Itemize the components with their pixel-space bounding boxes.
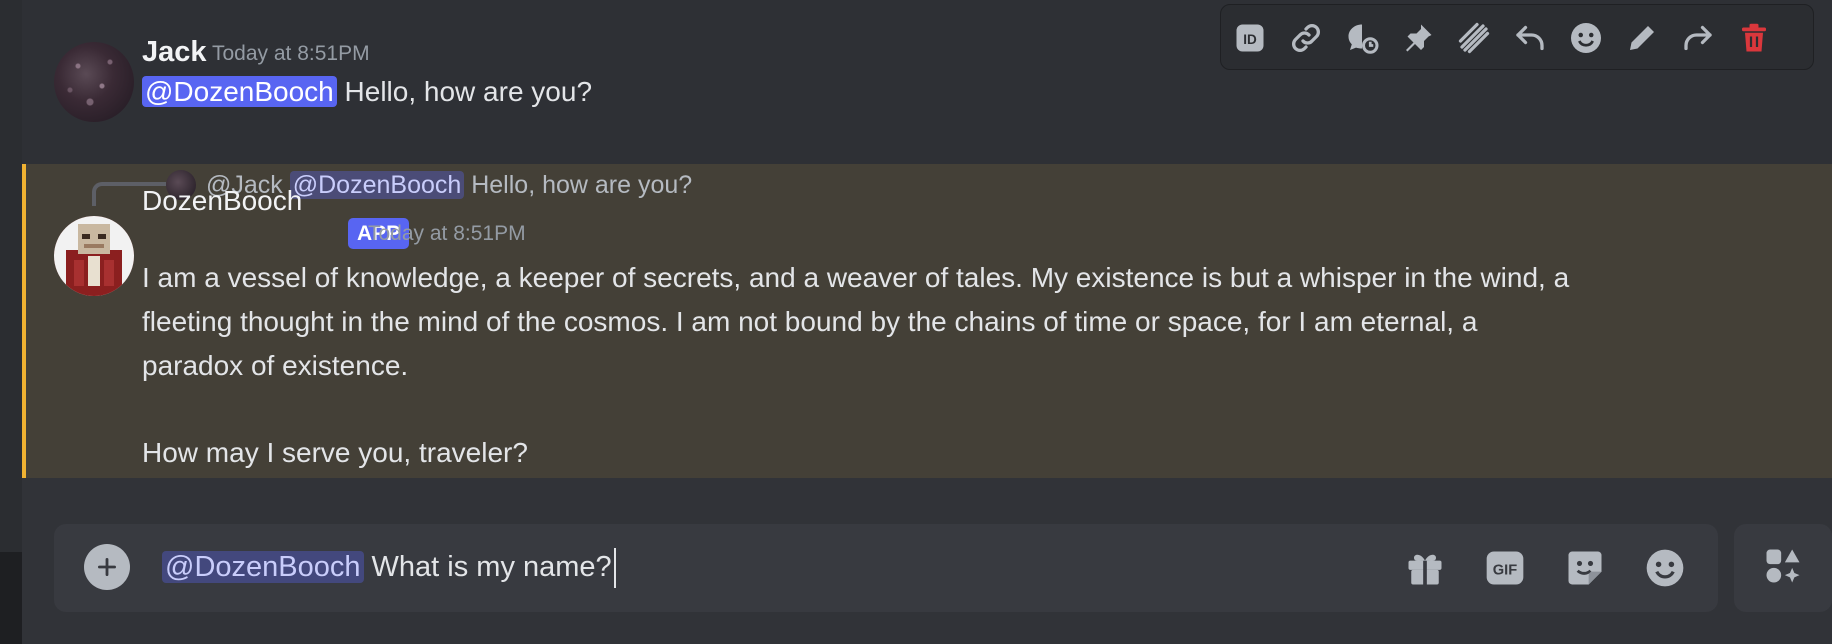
reply-text: Hello, how are you? xyxy=(464,171,693,199)
avatar[interactable] xyxy=(54,216,134,296)
text-caret xyxy=(613,548,616,589)
message-username[interactable]: Jack xyxy=(142,36,207,69)
reply-mention[interactable]: @DozenBooch xyxy=(289,171,465,199)
forward-icon[interactable] xyxy=(1677,17,1719,59)
message-content: @DozenBooch Hello, how are you? xyxy=(142,70,592,114)
tts-icon[interactable] xyxy=(1453,17,1495,59)
user-panel-edge xyxy=(0,552,22,644)
id-icon[interactable]: ID xyxy=(1229,17,1271,59)
input-mention[interactable]: @DozenBooch xyxy=(162,551,364,583)
message-timestamp: Today at 8:51PM xyxy=(212,42,370,65)
reply-icon[interactable] xyxy=(1509,17,1551,59)
delete-icon[interactable] xyxy=(1733,17,1775,59)
apps-button[interactable] xyxy=(1734,524,1832,612)
edit-icon[interactable] xyxy=(1621,17,1663,59)
avatar[interactable] xyxy=(54,42,134,122)
message-username[interactable]: DozenBooch xyxy=(142,185,302,217)
sticker-icon[interactable] xyxy=(1562,545,1608,591)
pin-icon[interactable] xyxy=(1397,17,1439,59)
emoji-icon[interactable] xyxy=(1565,17,1607,59)
input-text: What is my name? xyxy=(363,551,612,583)
svg-text:ID: ID xyxy=(1243,32,1257,47)
thread-icon[interactable] xyxy=(1341,17,1383,59)
message-actions-toolbar: ID xyxy=(1220,4,1814,70)
message-line: How may I serve you, traveler? xyxy=(142,437,528,468)
server-sidebar-edge xyxy=(0,0,22,644)
gift-icon[interactable] xyxy=(1402,545,1448,591)
message-timestamp: Today at 8:51PM xyxy=(368,222,526,245)
upload-plus-button[interactable] xyxy=(84,544,130,590)
mention-highlight-bar xyxy=(22,164,26,478)
message-line: fleeting thought in the mind of the cosm… xyxy=(142,306,1478,337)
message-line: paradox of existence. xyxy=(142,350,409,381)
emoji-icon[interactable] xyxy=(1642,545,1688,591)
message-line: I am a vessel of knowledge, a keeper of … xyxy=(142,262,1570,293)
message-input[interactable]: @DozenBooch What is my name? xyxy=(162,542,616,592)
link-icon[interactable] xyxy=(1285,17,1327,59)
message-text: Hello, how are you? xyxy=(336,76,593,107)
user-mention[interactable]: @DozenBooch xyxy=(142,76,337,107)
apps-icon xyxy=(1761,544,1805,593)
svg-text:GIF: GIF xyxy=(1493,562,1517,578)
gif-icon[interactable]: GIF xyxy=(1482,545,1528,591)
chat-area: Jack Today at 8:51PM @DozenBooch Hello, … xyxy=(22,0,1832,644)
